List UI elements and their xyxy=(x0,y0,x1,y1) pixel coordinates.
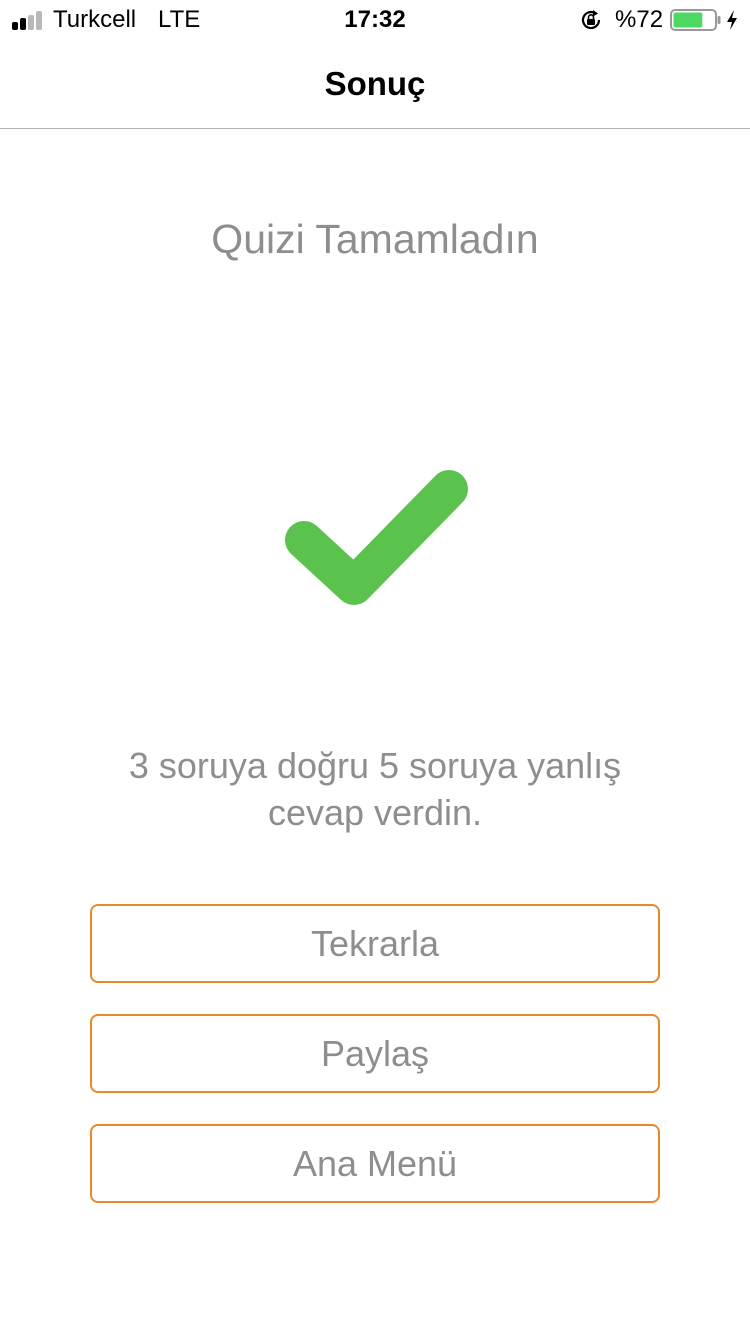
result-line-2: cevap verdin. xyxy=(267,792,483,833)
completion-heading: Quizi Tamamladın xyxy=(211,216,539,262)
checkmark-icon xyxy=(285,470,468,605)
orientation-lock-icon xyxy=(581,10,601,30)
result-line-1: 3 soruya doğru 5 soruya yanlış xyxy=(128,745,622,786)
battery-icon xyxy=(670,9,721,31)
status-bar: Turkcell LTE 17:32 %72 xyxy=(0,0,750,40)
battery-percent: %72 xyxy=(615,6,664,33)
main-menu-button[interactable]: Ana Menü xyxy=(90,1124,660,1203)
share-button[interactable]: Paylaş xyxy=(90,1014,660,1093)
page-title: Sonuç xyxy=(324,65,426,102)
result-summary: 3 soruya doğru 5 soruya yanlış cevap ver… xyxy=(75,742,675,836)
navigation-bar: Sonuç xyxy=(0,40,750,129)
charging-icon xyxy=(727,10,737,30)
retry-button[interactable]: Tekrarla xyxy=(90,904,660,983)
